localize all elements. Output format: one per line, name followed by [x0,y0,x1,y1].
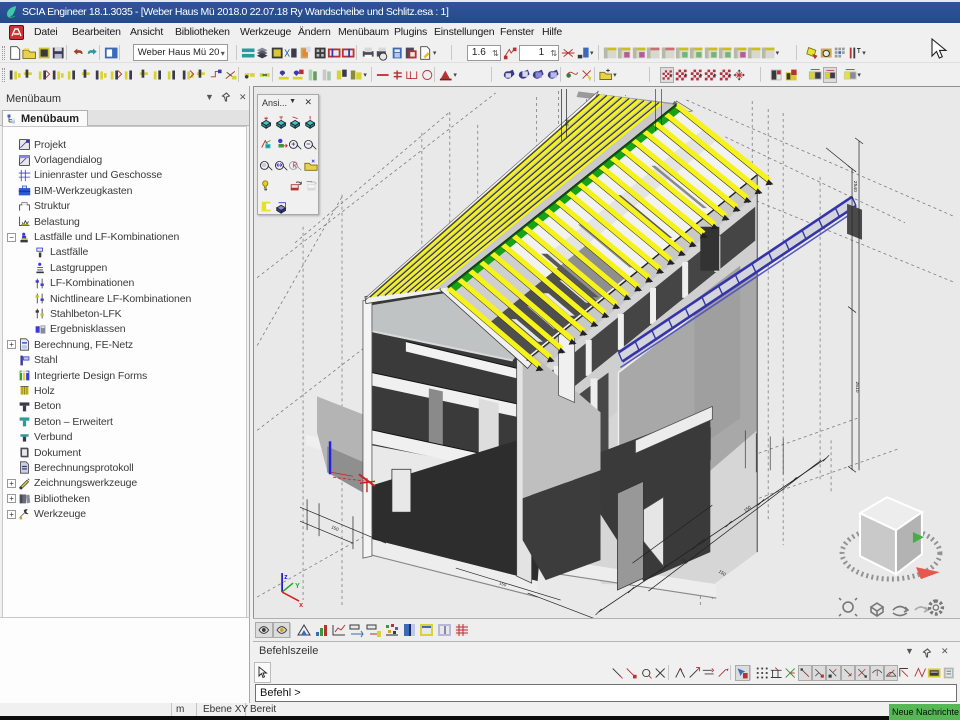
svg-text:x: x [299,602,303,609]
svg-text:2610: 2610 [854,381,860,392]
svg-text:300: 300 [565,119,570,127]
svg-text:2540: 2540 [852,181,858,192]
svg-text:Y: Y [295,583,300,590]
svg-text:z: z [284,574,288,581]
